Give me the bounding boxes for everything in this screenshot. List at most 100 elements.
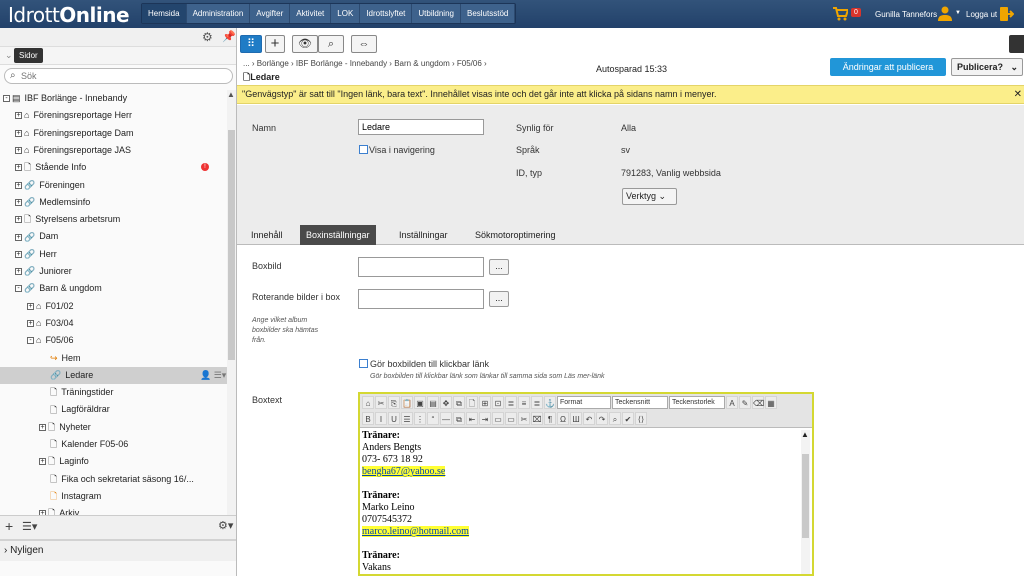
- publish-changes-button[interactable]: Ändringar att publicera: [830, 58, 946, 76]
- editor-scrollbar[interactable]: ▲: [801, 430, 810, 574]
- scroll-up-icon[interactable]: ▲: [227, 90, 235, 99]
- expand-icon[interactable]: +: [15, 216, 22, 224]
- align-right-icon[interactable]: ≣: [531, 396, 543, 409]
- tree-item[interactable]: ↪ Hem: [0, 350, 227, 367]
- maximize-icon[interactable]: ▦: [765, 396, 777, 409]
- clear-icon[interactable]: ⌧: [531, 412, 543, 425]
- tree-item[interactable]: 🗋 Lagföräldrar: [0, 401, 227, 418]
- sidebar-settings-gear-icon[interactable]: ⚙: [202, 31, 214, 43]
- tree-item[interactable]: - 🔗 Barn & ungdom: [0, 280, 227, 297]
- expand-icon[interactable]: +: [15, 181, 22, 189]
- paste-icon[interactable]: 📋: [401, 396, 413, 409]
- table-row-icon[interactable]: ▭: [492, 412, 504, 425]
- logout-icon[interactable]: [1000, 7, 1014, 21]
- tab-innehåll[interactable]: Innehåll: [245, 225, 289, 245]
- tab-sökmotoroptimering[interactable]: Sökmotoroptimering: [469, 225, 562, 245]
- numbered-list-icon[interactable]: ⋮: [414, 412, 426, 425]
- paste-text-icon[interactable]: ▣: [414, 396, 426, 409]
- close-icon[interactable]: ✕: [1014, 86, 1022, 103]
- expand-icon[interactable]: +: [39, 458, 46, 466]
- recent-section[interactable]: › Nyligen: [0, 541, 236, 561]
- editor-content[interactable]: Tränare: Anders Bengts 073- 673 18 92 bengh…: [362, 430, 800, 574]
- tab-boxinställningar[interactable]: Boxinställningar: [300, 225, 376, 245]
- expand-icon[interactable]: +: [27, 302, 34, 310]
- tree-item[interactable]: + ⌂ F03/04: [0, 315, 227, 332]
- publish-menu-button[interactable]: Publicera? ⌄: [951, 58, 1023, 76]
- clickable-link-checkbox[interactable]: [359, 359, 368, 368]
- find-icon[interactable]: ⌕: [609, 412, 621, 425]
- align-center-icon[interactable]: ≡: [518, 396, 530, 409]
- tree-item[interactable]: + 🗋 Stående Info!: [0, 159, 227, 176]
- tree-settings-gear-icon[interactable]: ⚙▾: [218, 519, 233, 532]
- far-right-toolbar-button[interactable]: [1009, 35, 1024, 53]
- tree-item[interactable]: - ▤ IBF Borlänge - Innebandy: [0, 90, 227, 107]
- quote-icon[interactable]: “: [427, 412, 439, 425]
- idrottonline-logo[interactable]: IdrottOnline: [8, 3, 130, 27]
- expand-icon[interactable]: +: [27, 320, 34, 328]
- show-in-nav-checkbox[interactable]: [359, 145, 368, 154]
- indent-icon[interactable]: ⇥: [479, 412, 491, 425]
- add-button[interactable]: +: [265, 35, 285, 53]
- tree-item[interactable]: + ⌂ Föreningsreportage JAS: [0, 142, 227, 159]
- expand-icon[interactable]: +: [15, 147, 22, 155]
- compare-icon[interactable]: ⇔: [351, 35, 377, 53]
- expand-icon[interactable]: +: [15, 268, 22, 276]
- template-icon[interactable]: ⧉: [453, 396, 465, 409]
- page-actions-menu-icon[interactable]: ☰▾: [22, 520, 37, 533]
- nav-item-administration[interactable]: Administration: [187, 4, 251, 23]
- expand-icon[interactable]: +: [15, 164, 22, 172]
- nav-item-hemsida[interactable]: Hemsida: [142, 4, 187, 23]
- tree-item[interactable]: + 🔗 Herr: [0, 246, 227, 263]
- expand-icon[interactable]: +: [15, 233, 22, 241]
- redo-icon[interactable]: ↷: [596, 412, 608, 425]
- tree-scrollbar[interactable]: ▲ ⌄: [227, 90, 236, 537]
- boxbild-browse-button[interactable]: ...: [489, 259, 509, 275]
- editor-scrollbar-thumb[interactable]: [802, 454, 809, 538]
- italic-icon[interactable]: I: [375, 412, 387, 425]
- special-char-icon[interactable]: Ω: [557, 412, 569, 425]
- tree-item[interactable]: + 🔗 Juniorer: [0, 263, 227, 280]
- roterande-input[interactable]: [358, 289, 484, 309]
- nav-item-idrottslyftet[interactable]: Idrottslyftet: [360, 4, 413, 23]
- breadcrumb[interactable]: ... › Borlänge › IBF Borlänge - Inneband…: [243, 59, 487, 68]
- page-search-input[interactable]: [21, 70, 221, 82]
- tree-item[interactable]: + 🗋 Styrelsens arbetsrum: [0, 211, 227, 228]
- user-menu-caret-icon[interactable]: ▼: [955, 10, 961, 16]
- user-avatar-icon[interactable]: [938, 6, 952, 21]
- collapse-icon[interactable]: -: [3, 95, 10, 103]
- scroll-up-icon[interactable]: ▲: [801, 430, 809, 439]
- name-input[interactable]: [358, 119, 484, 135]
- text-color-icon[interactable]: A: [726, 396, 738, 409]
- source-icon[interactable]: ⌂: [362, 396, 374, 409]
- anchor-box-icon[interactable]: Ш: [570, 412, 582, 425]
- expand-icon[interactable]: +: [15, 112, 22, 120]
- nav-item-lok[interactable]: LOK: [331, 4, 361, 23]
- tree-item[interactable]: - ⌂ F05/06: [0, 332, 227, 349]
- horizontal-rule-icon[interactable]: —: [440, 412, 452, 425]
- nav-item-aktivitet[interactable]: Aktivitet: [290, 4, 332, 23]
- expand-icon[interactable]: +: [15, 129, 22, 137]
- email-link[interactable]: marco.leino@hotmail.com: [362, 526, 469, 537]
- anchor-icon[interactable]: ⚓: [544, 396, 556, 409]
- highlight-color-icon[interactable]: ✎: [739, 396, 751, 409]
- remove-format-icon[interactable]: ⌫: [752, 396, 764, 409]
- tree-item[interactable]: + 🔗 Medlemsinfo: [0, 194, 227, 211]
- tree-scrollbar-thumb[interactable]: [228, 130, 235, 360]
- font-dropdown[interactable]: Teckensnitt: [612, 396, 668, 409]
- preview-zoom-icon[interactable]: ⌕: [318, 35, 344, 53]
- tree-item[interactable]: 🗋 Kalender F05-06: [0, 436, 227, 453]
- email-link[interactable]: bengha67@yahoo.se: [362, 466, 446, 477]
- pin-icon[interactable]: 📌: [222, 30, 236, 43]
- tree-item[interactable]: 🗋 Instagram: [0, 488, 227, 505]
- format-dropdown[interactable]: Format: [557, 396, 611, 409]
- table-icon[interactable]: ⊡: [492, 396, 504, 409]
- row-menu-icon[interactable]: 👤 ☰▾: [200, 367, 226, 384]
- boxtext-rich-editor[interactable]: ⌂ ✂ ⎘ 📋 ▣ ▤ ✥ ⧉ 🗋 ⊞ ⊡ ≣ ≡ ≣ ⚓ Format Teckensnitt Teckenst…: [358, 392, 814, 576]
- tree-item[interactable]: 🗋 Träningstider: [0, 384, 227, 401]
- bold-icon[interactable]: B: [362, 412, 374, 425]
- tree-item[interactable]: + ⌂ Föreningsreportage Dam: [0, 125, 227, 142]
- nav-item-beslutsstöd[interactable]: Beslutsstöd: [461, 4, 516, 23]
- tree-item[interactable]: 🔗 Ledare 👤 ☰▾: [0, 366, 227, 384]
- tools-dropdown[interactable]: Verktyg ⌄: [622, 188, 677, 205]
- bullet-list-icon[interactable]: ☰: [401, 412, 413, 425]
